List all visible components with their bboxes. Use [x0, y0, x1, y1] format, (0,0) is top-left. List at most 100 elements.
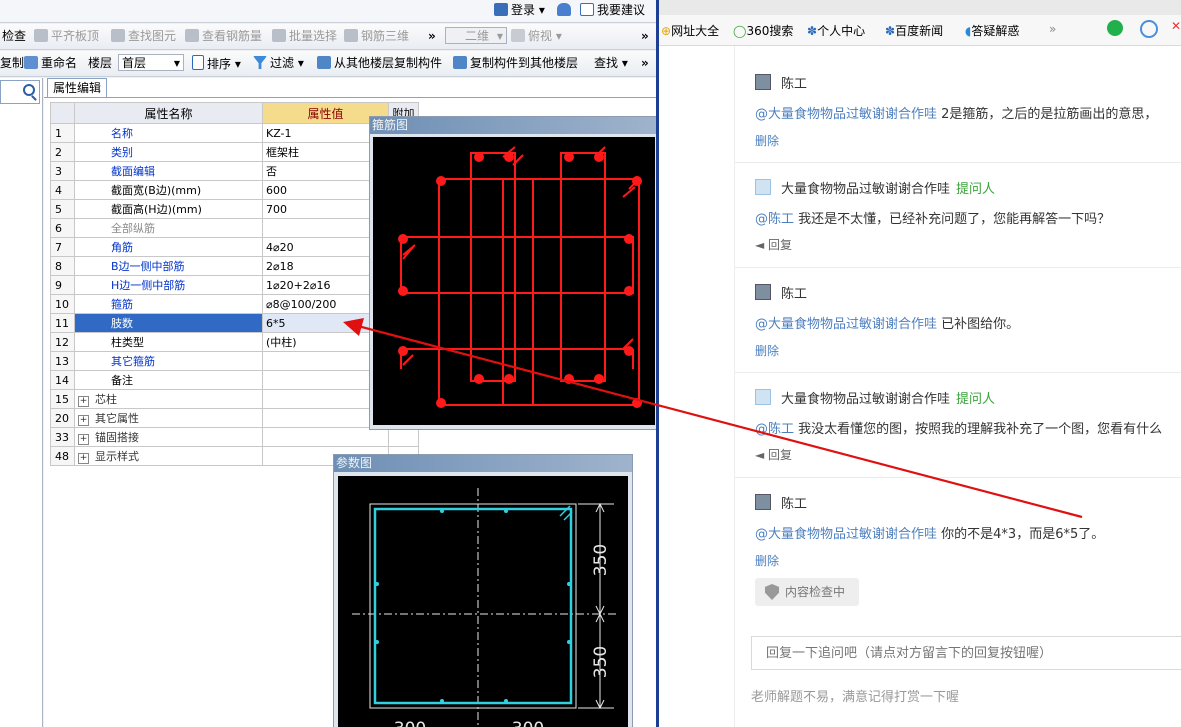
copy-from-floor-button[interactable]: 从其他楼层复制构件 [317, 55, 442, 72]
row-number: 1 [50, 123, 75, 143]
login-button[interactable]: 登录 ▾ [494, 2, 545, 19]
reply-link[interactable]: ◄ 回复 [755, 236, 792, 253]
cube-icon [511, 29, 525, 42]
bookmark-baidu-news[interactable]: ✽百度新闻 [885, 22, 943, 39]
property-name[interactable]: 肢数 [74, 313, 263, 333]
copy-button[interactable]: 复制 [0, 55, 24, 72]
property-name-text: 全部纵筋 [111, 222, 155, 235]
comment-divider [735, 372, 1181, 373]
delete-link[interactable]: 删除 [755, 552, 779, 569]
property-name[interactable]: 截面宽(B边)(mm) [74, 180, 263, 200]
property-name[interactable]: + 显示样式 [74, 446, 263, 466]
toolbar-overflow-1[interactable]: » [428, 28, 436, 45]
mention[interactable]: @大量食物物品过敏谢谢合作哇 [755, 107, 937, 122]
comment-author[interactable]: 大量食物物品过敏谢谢合作哇 提问人 [781, 388, 995, 407]
reply-icon: ◄ [755, 238, 769, 252]
expand-icon[interactable]: + [78, 415, 89, 426]
property-name[interactable]: 全部纵筋 [74, 218, 263, 238]
minus-circle-icon[interactable] [1140, 20, 1158, 38]
reply-input[interactable] [764, 637, 1181, 669]
sort-button[interactable]: 排序 ▾ [192, 55, 241, 72]
bookmark-label: 百度新闻 [895, 24, 944, 38]
rebar-3d-label: 钢筋三维 [361, 29, 410, 43]
property-name-text: H边一侧中部筋 [111, 279, 186, 292]
toolbar-overflow-2[interactable]: » [641, 55, 649, 72]
view-mode-select[interactable]: 二维 ▼ [445, 27, 507, 44]
property-name[interactable]: 截面高(H边)(mm) [74, 199, 263, 219]
inner-stirrup-left [470, 152, 516, 382]
property-name[interactable]: 截面编辑 [74, 161, 263, 181]
bell-icon[interactable] [557, 2, 574, 19]
copy-to-floor-button[interactable]: 复制构件到其他楼层 [453, 55, 578, 72]
property-name[interactable]: 名称 [74, 123, 263, 143]
search-icon[interactable] [23, 84, 35, 96]
bookmark-personal-center[interactable]: ✽个人中心 [807, 22, 865, 39]
stirrup-outline [373, 507, 573, 705]
row-number: 4 [50, 180, 75, 200]
property-name[interactable]: 柱类型 [74, 332, 263, 352]
expand-icon[interactable]: + [78, 396, 89, 407]
property-name[interactable]: 角筋 [74, 237, 263, 257]
comment-author[interactable]: 大量食物物品过敏谢谢合作哇 提问人 [781, 178, 995, 197]
property-name[interactable]: + 芯柱 [74, 389, 263, 409]
align-slab-button[interactable]: 平齐板顶 [34, 28, 99, 45]
property-name[interactable]: + 其它属性 [74, 408, 263, 428]
property-name[interactable]: + 锚固搭接 [74, 427, 263, 447]
component-search-input[interactable] [0, 80, 40, 104]
delete-link[interactable]: 删除 [755, 132, 779, 149]
property-row[interactable]: 33 + 锚固搭接 [50, 427, 653, 447]
reply-box[interactable] [751, 636, 1181, 670]
bookmark-qa[interactable]: ◖答疑解惑 [965, 22, 1019, 39]
bookmark-overflow[interactable]: » [1049, 22, 1056, 36]
property-name[interactable]: B边一侧中部筋 [74, 256, 263, 276]
mention[interactable]: @陈工 [755, 212, 794, 227]
comment-author[interactable]: 陈工 [781, 283, 807, 302]
section-outline [369, 503, 577, 709]
check-button[interactable]: 检查 [2, 28, 26, 45]
comment-author[interactable]: 陈工 [781, 493, 807, 512]
toolbar-overflow-1b[interactable]: » [641, 28, 649, 45]
expand-icon[interactable]: + [78, 453, 89, 464]
copy-to-floor-icon [453, 56, 467, 69]
property-name[interactable]: 其它箍筋 [74, 351, 263, 371]
app-title-strip: 登录 ▾ 我要建议 [0, 0, 656, 23]
mention[interactable]: @大量食物物品过敏谢谢合作哇 [755, 317, 937, 332]
floor-label: 楼层 [88, 56, 113, 70]
bookmark-web-directory[interactable]: ⊕网址大全 [661, 22, 719, 39]
parameter-diagram-window[interactable]: 参数图 350 350 300 300 [333, 454, 633, 727]
rename-button[interactable]: 重命名 [24, 55, 77, 72]
comment-body: 2是箍筋，之后的是拉筋画出的意思， [937, 107, 1158, 122]
bookmark-360-search[interactable]: ◯360搜索 [733, 22, 793, 39]
property-name-text: 显示样式 [95, 450, 139, 463]
property-name-text: 角筋 [111, 241, 133, 254]
stirrup-diagram-window[interactable]: 箍筋图 [369, 116, 656, 430]
view-direction-button[interactable]: 俯视 ▾ [511, 28, 562, 45]
comment-text: @大量食物物品过敏谢谢合作哇 已补图给你。 [755, 313, 1019, 332]
property-value[interactable] [262, 427, 389, 447]
mention[interactable]: @大量食物物品过敏谢谢合作哇 [755, 527, 937, 542]
comment-body: 我还是不太懂，已经补充问题了，您能再解答一下吗？ [794, 212, 1111, 227]
comment-author[interactable]: 陈工 [781, 73, 807, 92]
suggest-button[interactable]: 我要建议 [580, 2, 645, 19]
delete-link[interactable]: 删除 [755, 342, 779, 359]
reply-link[interactable]: ◄ 回复 [755, 446, 792, 463]
floor-select[interactable]: 首层 ▼ [118, 54, 184, 71]
filter-button[interactable]: 过滤 ▾ [253, 55, 304, 72]
view-mode-value: 二维 [465, 29, 490, 43]
rebar-3d-button[interactable]: 钢筋三维 [344, 28, 409, 45]
green-icon[interactable] [1107, 20, 1123, 36]
property-name[interactable]: 箍筋 [74, 294, 263, 314]
expand-icon[interactable]: + [78, 434, 89, 445]
find-button[interactable]: 查找 ▾ [594, 55, 628, 72]
mention[interactable]: @陈工 [755, 422, 794, 437]
view-rebar-qty-label: 查看钢筋量 [202, 29, 263, 43]
find-element-button[interactable]: 查找图元 [111, 28, 176, 45]
view-rebar-qty-button[interactable]: 查看钢筋量 [185, 28, 262, 45]
property-name[interactable]: 类别 [74, 142, 263, 162]
tab-property-edit[interactable]: 属性编辑 [47, 78, 107, 97]
property-extra-checkbox[interactable] [388, 427, 419, 447]
property-name[interactable]: H边一侧中部筋 [74, 275, 263, 295]
batch-select-button[interactable]: 批量选择 [272, 28, 337, 45]
property-name[interactable]: 备注 [74, 370, 263, 390]
close-icon[interactable]: ✕ [1171, 19, 1181, 33]
